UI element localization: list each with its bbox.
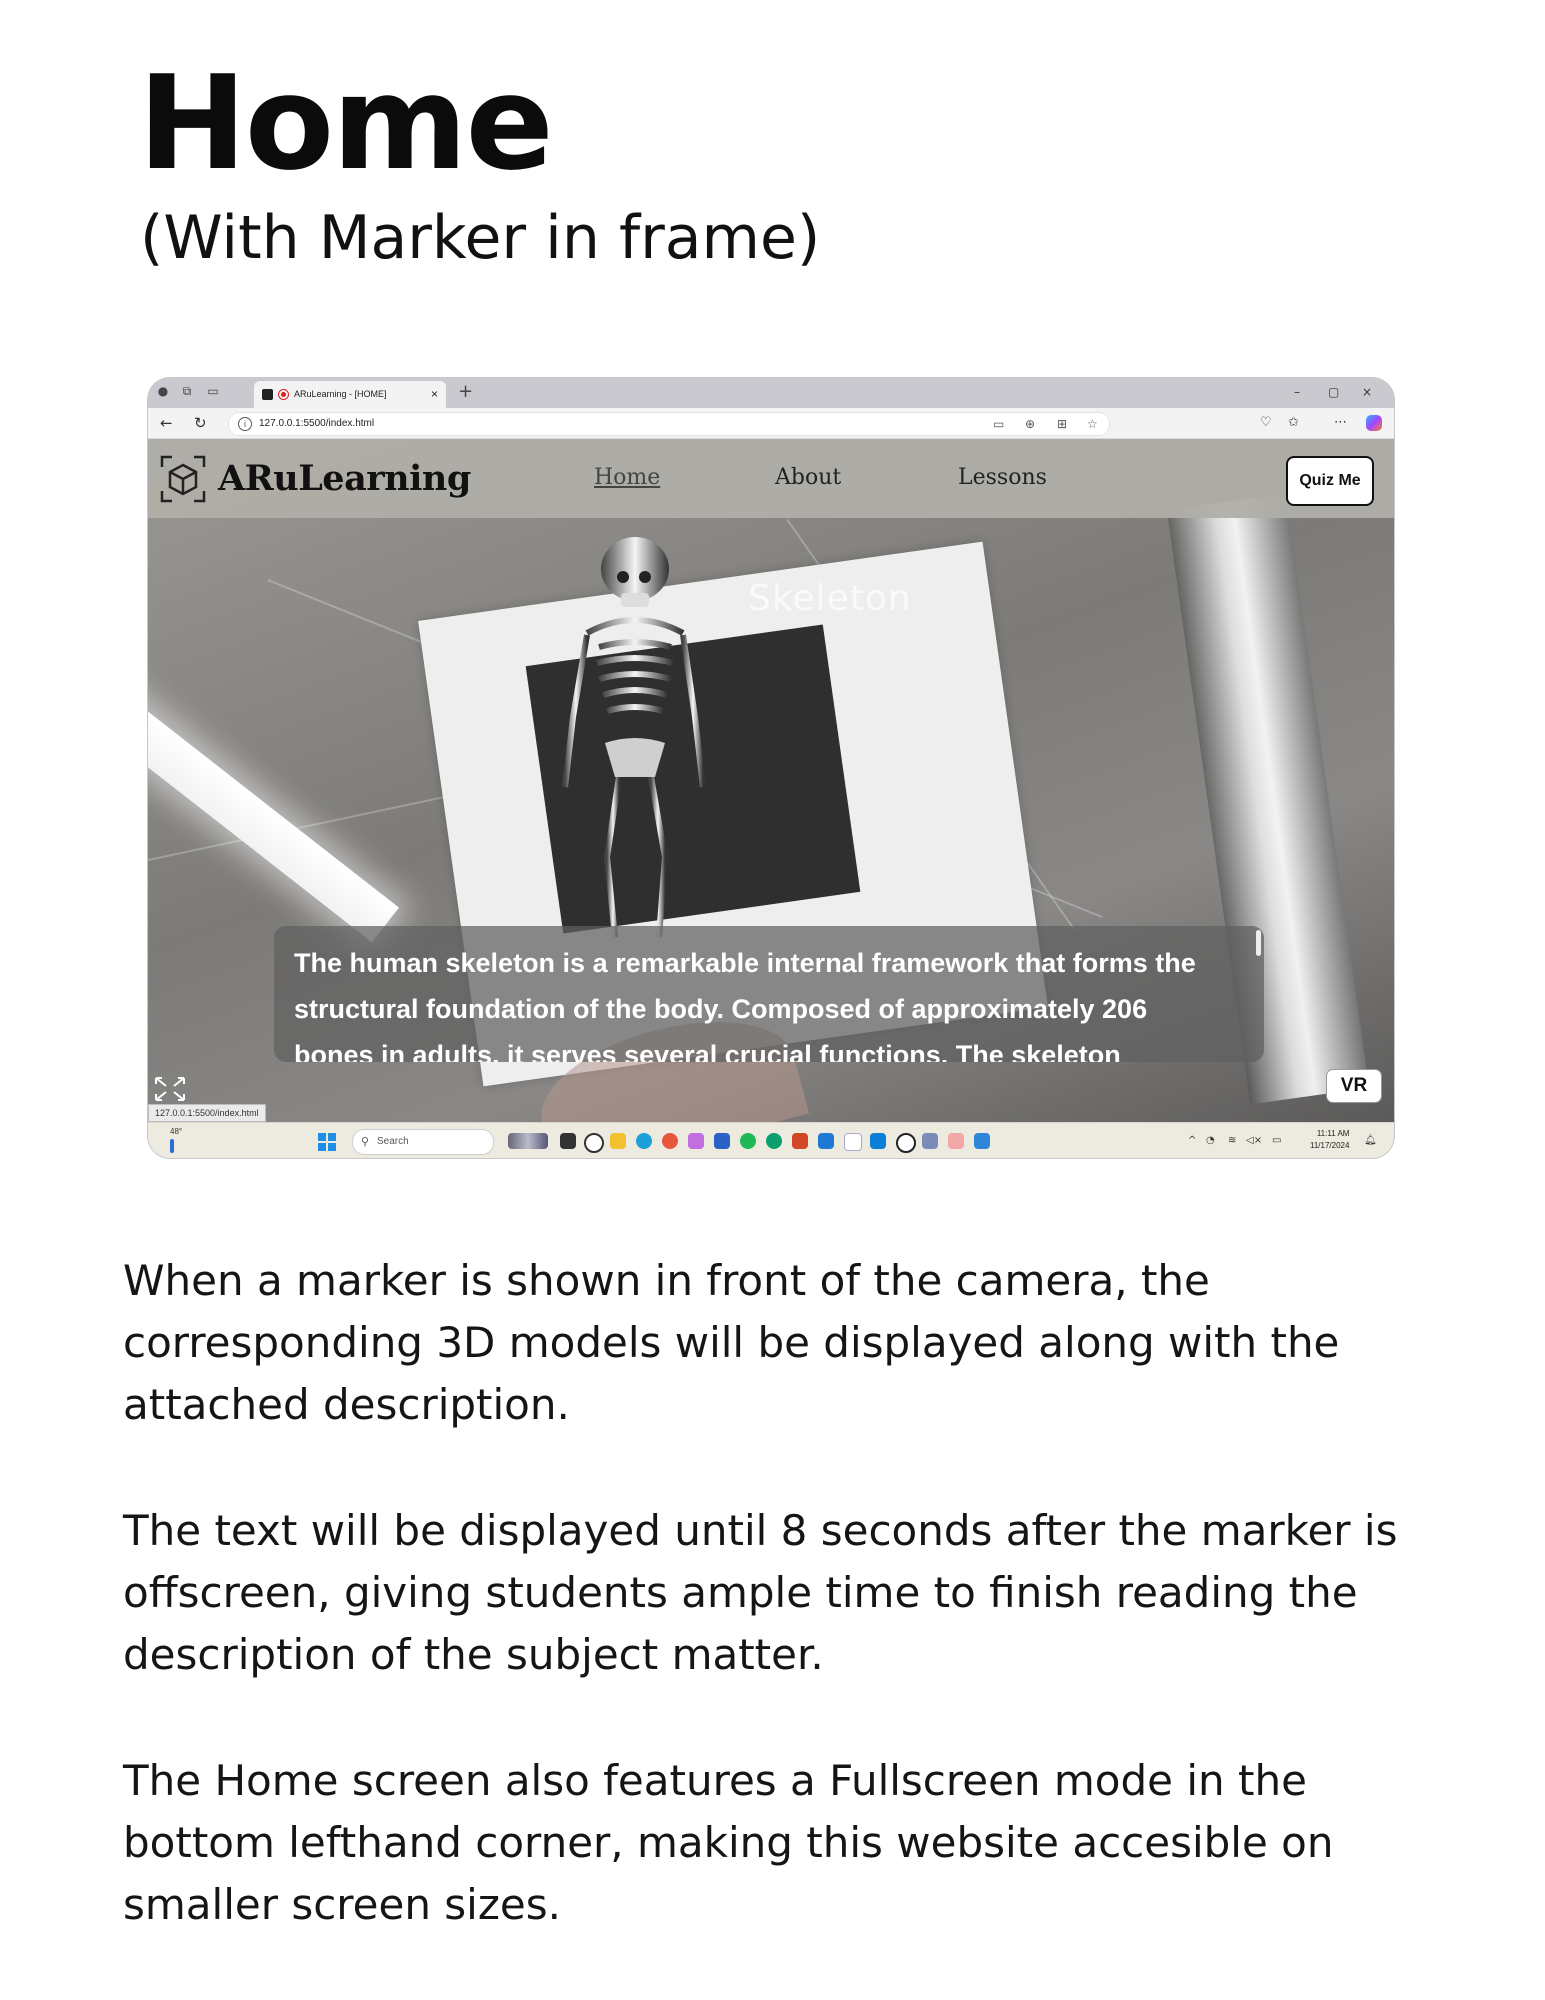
back-icon[interactable]: ← xyxy=(160,413,173,433)
browser-address-row: ← ↻ i 127.0.0.1:5500/index.html ▭ ⊕ ⊞ ☆ … xyxy=(148,408,1394,439)
task-view-icon[interactable] xyxy=(560,1133,576,1149)
status-url: 127.0.0.1:5500/index.html xyxy=(148,1104,266,1122)
copilot-icon[interactable] xyxy=(1366,415,1382,431)
new-tab-button[interactable]: + xyxy=(458,381,473,403)
search-placeholder: Search xyxy=(377,1136,409,1147)
volume-icon[interactable]: ◁× xyxy=(1246,1133,1262,1149)
refresh-icon[interactable]: ↻ xyxy=(194,413,207,433)
tab-title: ARuLearning - [HOME] xyxy=(294,389,387,399)
model-label: Skeleton xyxy=(748,578,912,619)
skeleton-3d-model xyxy=(562,537,706,938)
chrome-icon[interactable] xyxy=(584,1133,604,1153)
spotify-icon[interactable] xyxy=(740,1133,756,1149)
favorites-icon[interactable]: ✩ xyxy=(1288,414,1299,432)
weather-temp: 48° xyxy=(170,1127,183,1136)
widgets-icon[interactable] xyxy=(508,1133,548,1149)
fullscreen-icon[interactable] xyxy=(154,1076,186,1102)
browser-essentials-icon[interactable]: ♡ xyxy=(1260,414,1272,432)
explanation-paragraph: The text will be displayed until 8 secon… xyxy=(123,1506,1398,1679)
copilot-app-icon[interactable] xyxy=(688,1133,704,1149)
close-window-icon[interactable]: × xyxy=(1362,383,1372,401)
description-scrollbar[interactable] xyxy=(1256,930,1261,956)
favicon-icon xyxy=(262,389,273,400)
favorite-star-icon[interactable]: ☆ xyxy=(1087,416,1098,432)
camera-icon[interactable]: ▭ xyxy=(993,416,1004,432)
chevron-up-icon[interactable]: ^ xyxy=(1188,1133,1196,1149)
restore-icon[interactable]: ▢ xyxy=(1328,383,1339,401)
snipping-tool-icon[interactable] xyxy=(948,1133,964,1149)
dell-icon[interactable] xyxy=(896,1133,916,1153)
page-title: Home xyxy=(138,47,554,199)
zoom-icon[interactable]: ⊕ xyxy=(1025,416,1035,432)
ar-camera-viewport: ARuLearning Home About Lessons Quiz Me S… xyxy=(148,439,1394,1122)
app-icon[interactable] xyxy=(922,1133,938,1149)
page-subtitle: (With Marker in frame) xyxy=(140,203,821,273)
taskbar-search[interactable]: ⚲ Search xyxy=(352,1129,494,1155)
ceiling-light xyxy=(148,649,399,943)
site-header: ARuLearning Home About Lessons Quiz Me xyxy=(148,439,1394,518)
thermometer-icon xyxy=(170,1139,174,1153)
store-icon[interactable] xyxy=(714,1133,730,1149)
vr-button[interactable]: VR xyxy=(1326,1069,1382,1103)
nav-about[interactable]: About xyxy=(775,463,841,493)
description-panel[interactable]: The human skeleton is a remarkable inter… xyxy=(274,926,1264,1062)
address-bar[interactable]: i 127.0.0.1:5500/index.html ▭ ⊕ ⊞ ☆ xyxy=(228,412,1110,436)
windows-taskbar: 48° ⚲ Search ^ ◔ ≋ ◁× ▭ 11:11 AM 11/17/2… xyxy=(148,1122,1394,1158)
firefox-icon[interactable] xyxy=(662,1133,678,1149)
recording-icon xyxy=(278,389,289,400)
quiz-me-button[interactable]: Quiz Me xyxy=(1286,456,1374,506)
tab-actions-icon[interactable]: ▭ xyxy=(206,384,220,398)
extensions-icon[interactable]: ⊞ xyxy=(1057,416,1067,432)
nav-lessons[interactable]: Lessons xyxy=(958,463,1047,493)
nav-home[interactable]: Home xyxy=(594,463,660,493)
vscode-icon[interactable] xyxy=(818,1133,834,1149)
minimize-icon[interactable]: – xyxy=(1294,383,1300,401)
brand-name[interactable]: ARuLearning xyxy=(218,457,471,501)
more-menu-icon[interactable]: ⋯ xyxy=(1334,414,1347,432)
tab-close-icon[interactable]: × xyxy=(431,381,438,408)
windows-start-icon[interactable] xyxy=(318,1133,336,1151)
photos-icon[interactable] xyxy=(974,1133,990,1149)
browser-tab[interactable]: ARuLearning - [HOME] × xyxy=(254,381,446,408)
file-explorer-icon[interactable] xyxy=(610,1133,626,1149)
wifi-icon[interactable]: ≋ xyxy=(1228,1133,1236,1149)
info-icon[interactable]: i xyxy=(238,417,252,431)
app-icon[interactable] xyxy=(766,1133,782,1149)
app-icon[interactable] xyxy=(844,1133,862,1151)
explanation-paragraph: When a marker is shown in front of the c… xyxy=(123,1256,1340,1429)
explanation-paragraph: The Home screen also features a Fullscre… xyxy=(123,1756,1334,1929)
clock-time: 11:11 AM xyxy=(1316,1129,1350,1138)
bell-icon[interactable]: 🔔︎ xyxy=(1364,1133,1377,1149)
search-icon: ⚲ xyxy=(361,1136,370,1148)
weather-widget[interactable]: 48° xyxy=(170,1127,182,1153)
browser-tab-strip: ● ⧉ ▭ ARuLearning - [HOME] × + – ▢ × xyxy=(148,378,1394,408)
battery-icon[interactable]: ▭ xyxy=(1272,1133,1281,1149)
powerpoint-icon[interactable] xyxy=(792,1133,808,1149)
workspaces-icon[interactable]: ⧉ xyxy=(180,384,194,398)
tray-app-icon[interactable]: ◔ xyxy=(1206,1133,1215,1149)
edge-icon[interactable] xyxy=(636,1133,652,1149)
taskbar-clock[interactable]: 11:11 AM 11/17/2024 xyxy=(1310,1128,1349,1152)
cube-logo-icon xyxy=(160,455,206,503)
profile-icon[interactable]: ● xyxy=(156,384,170,398)
clock-date: 11/17/2024 xyxy=(1310,1141,1350,1150)
url-text: 127.0.0.1:5500/index.html xyxy=(259,418,375,429)
app-screenshot: ● ⧉ ▭ ARuLearning - [HOME] × + – ▢ × ← ↻… xyxy=(148,378,1394,1158)
app-icon[interactable] xyxy=(870,1133,886,1149)
description-text: The human skeleton is a remarkable inter… xyxy=(294,948,1196,1062)
